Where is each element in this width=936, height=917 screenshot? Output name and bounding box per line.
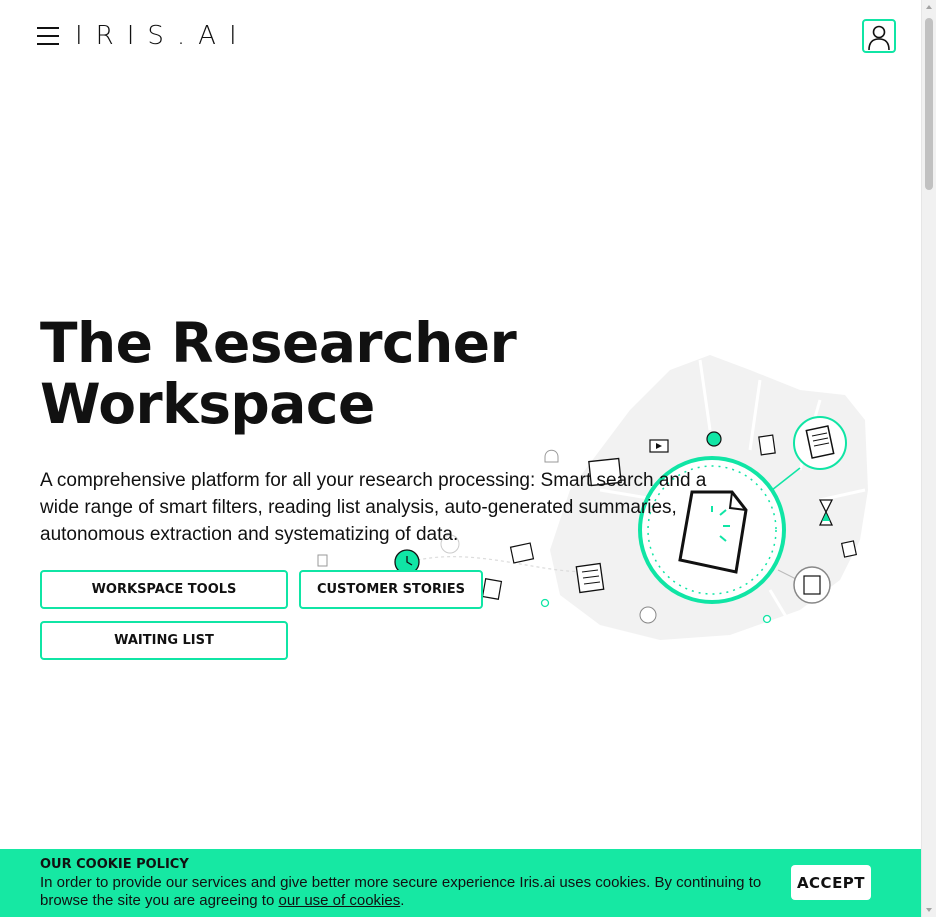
cookie-title: OUR COOKIE POLICY: [40, 857, 189, 872]
scroll-down-arrow-icon[interactable]: [926, 908, 932, 912]
user-icon: [868, 25, 890, 51]
logo[interactable]: IRIS.AI: [75, 20, 250, 52]
cookie-banner: OUR COOKIE POLICY In order to provide ou…: [0, 849, 921, 917]
cookie-policy-link[interactable]: our use of cookies: [278, 892, 400, 909]
hamburger-menu-icon[interactable]: [37, 27, 59, 45]
customer-stories-button[interactable]: CUSTOMER STORIES: [299, 570, 483, 609]
hero-description: A comprehensive platform for all your re…: [40, 470, 707, 545]
cookie-period: .: [400, 892, 405, 909]
scrollbar-thumb[interactable]: [925, 18, 933, 190]
scroll-up-arrow-icon[interactable]: [926, 5, 932, 9]
waiting-list-button[interactable]: WAITING LIST: [40, 621, 288, 660]
workspace-tools-button[interactable]: WORKSPACE TOOLS: [40, 570, 288, 609]
cookie-text: In order to provide our services and giv…: [40, 874, 785, 910]
user-account-button[interactable]: [862, 19, 896, 53]
vertical-scrollbar[interactable]: [921, 0, 936, 917]
accept-cookies-button[interactable]: ACCEPT: [791, 865, 871, 900]
site-header: IRIS.AI: [0, 0, 921, 74]
